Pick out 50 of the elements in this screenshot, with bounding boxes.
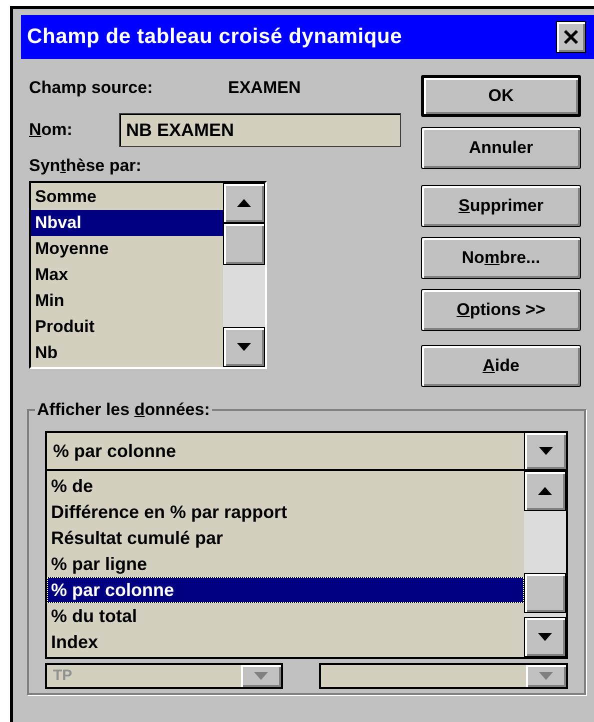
up-arrow-icon: [538, 487, 552, 495]
dialog-button[interactable]: Aide: [421, 345, 581, 387]
scroll-down-button[interactable]: [524, 617, 566, 657]
list-item[interactable]: Produit: [31, 314, 223, 340]
dialog-button[interactable]: Supprimer: [421, 185, 581, 227]
list-item[interactable]: Min: [31, 288, 223, 314]
summary-list[interactable]: Somme Nbval Moyenne Max Min Produit Nb: [29, 181, 267, 369]
down-arrow-icon: [538, 633, 552, 641]
up-arrow-icon: [237, 199, 251, 207]
list-item[interactable]: Somme: [31, 184, 223, 210]
window-title: Champ de tableau croisé dynamique: [27, 24, 402, 50]
dropdown-option[interactable]: % du total: [47, 603, 524, 629]
source-label: Champ source:: [29, 77, 154, 100]
dialog-button[interactable]: Annuler: [421, 127, 581, 169]
dropdown-option[interactable]: % par colonne: [47, 577, 524, 603]
scroll-down-button[interactable]: [223, 327, 265, 367]
dropdown-button[interactable]: [524, 433, 566, 469]
display-combo[interactable]: % par colonne: [45, 431, 568, 471]
summary-label: Synthèse par:: [29, 155, 142, 177]
dropdown-option[interactable]: Différence en % par rapport: [47, 499, 524, 525]
dropdown-list[interactable]: % de Différence en % par rapport Résultat cumulé par % par ligne % par colonne % du total Index: [45, 471, 568, 659]
dropdown-option[interactable]: % de: [47, 473, 524, 499]
dialog-button[interactable]: Options >>: [421, 289, 581, 331]
dropdown-option[interactable]: Index: [47, 629, 524, 655]
down-arrow-icon: [237, 343, 251, 351]
down-arrow-icon: [538, 447, 552, 455]
dialog-button[interactable]: OK: [421, 75, 581, 117]
scroll-thumb[interactable]: [524, 573, 566, 613]
name-field[interactable]: NB EXAMEN: [119, 113, 401, 147]
list-item[interactable]: Nbval: [31, 210, 223, 236]
combo-value: % par colonne: [52, 440, 178, 463]
scroll-thumb[interactable]: [223, 223, 265, 265]
base-field-value: TP: [52, 666, 74, 686]
scrollbar[interactable]: [524, 471, 566, 657]
name-label: Nom:: [29, 119, 74, 142]
dropdown-option[interactable]: Résultat cumulé par: [47, 525, 524, 551]
scrollbar[interactable]: [223, 183, 265, 367]
scroll-up-button[interactable]: [223, 183, 265, 223]
dropdown-option[interactable]: % par ligne: [47, 551, 524, 577]
scroll-up-button[interactable]: [524, 471, 566, 511]
close-icon: [563, 29, 579, 45]
list-item[interactable]: Moyenne: [31, 236, 223, 262]
source-value: EXAMEN: [228, 77, 301, 100]
down-arrow-icon: [254, 672, 268, 680]
close-button[interactable]: [556, 21, 586, 53]
second-field[interactable]: [319, 663, 568, 689]
list-item[interactable]: Nb: [31, 340, 223, 366]
list-item[interactable]: Max: [31, 262, 223, 288]
dialog-button[interactable]: Nombre...: [421, 237, 581, 279]
down-arrow-icon: [539, 672, 553, 680]
